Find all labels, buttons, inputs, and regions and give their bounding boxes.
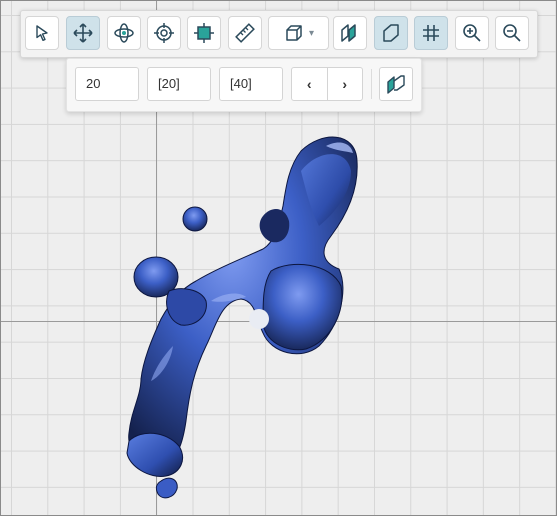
slice-range-end-field[interactable]: [40] [219, 67, 283, 101]
previous-slice-button[interactable]: ‹ [292, 68, 327, 100]
grid-toggle-button[interactable] [414, 16, 448, 50]
divider [371, 69, 372, 99]
slice-controls-bar: 20 [20] [40] ‹ › [66, 58, 422, 112]
slices-icon [387, 75, 405, 94]
fit-frame-icon [194, 23, 214, 43]
move-arrows-icon [73, 23, 93, 43]
zoom-out-button[interactable] [495, 16, 529, 50]
center-tool-button[interactable] [147, 16, 181, 50]
next-slice-button[interactable]: › [326, 68, 363, 100]
rotate-tool-button[interactable] [107, 16, 141, 50]
orbit-icon [114, 23, 134, 43]
slice-nav-group: ‹ › [291, 67, 363, 101]
main-toolbar: ▾ [20, 10, 538, 58]
slice-view-button[interactable] [333, 16, 367, 50]
cube-icon [286, 25, 302, 41]
slice-plane-button[interactable] [379, 67, 413, 101]
plane-toggle-button[interactable] [374, 16, 408, 50]
ruler-icon [235, 23, 255, 43]
slices-icon [341, 24, 356, 42]
view-cube-dropdown[interactable]: ▾ [268, 16, 329, 50]
crosshair-icon [154, 23, 174, 43]
zoom-in-button[interactable] [455, 16, 489, 50]
slice-value-field[interactable]: 20 [75, 67, 139, 101]
zoom-in-icon [463, 24, 481, 42]
chevron-down-icon: ▾ [308, 27, 315, 39]
measure-tool-button[interactable] [228, 16, 262, 50]
slice-range-start-field[interactable]: [20] [147, 67, 211, 101]
pointer-icon [36, 25, 48, 41]
grid-icon [423, 25, 439, 41]
select-tool-button[interactable] [25, 16, 59, 50]
fit-view-button[interactable] [187, 16, 221, 50]
plane-icon [383, 24, 399, 42]
pan-tool-button[interactable] [66, 16, 100, 50]
zoom-out-icon [503, 24, 521, 42]
